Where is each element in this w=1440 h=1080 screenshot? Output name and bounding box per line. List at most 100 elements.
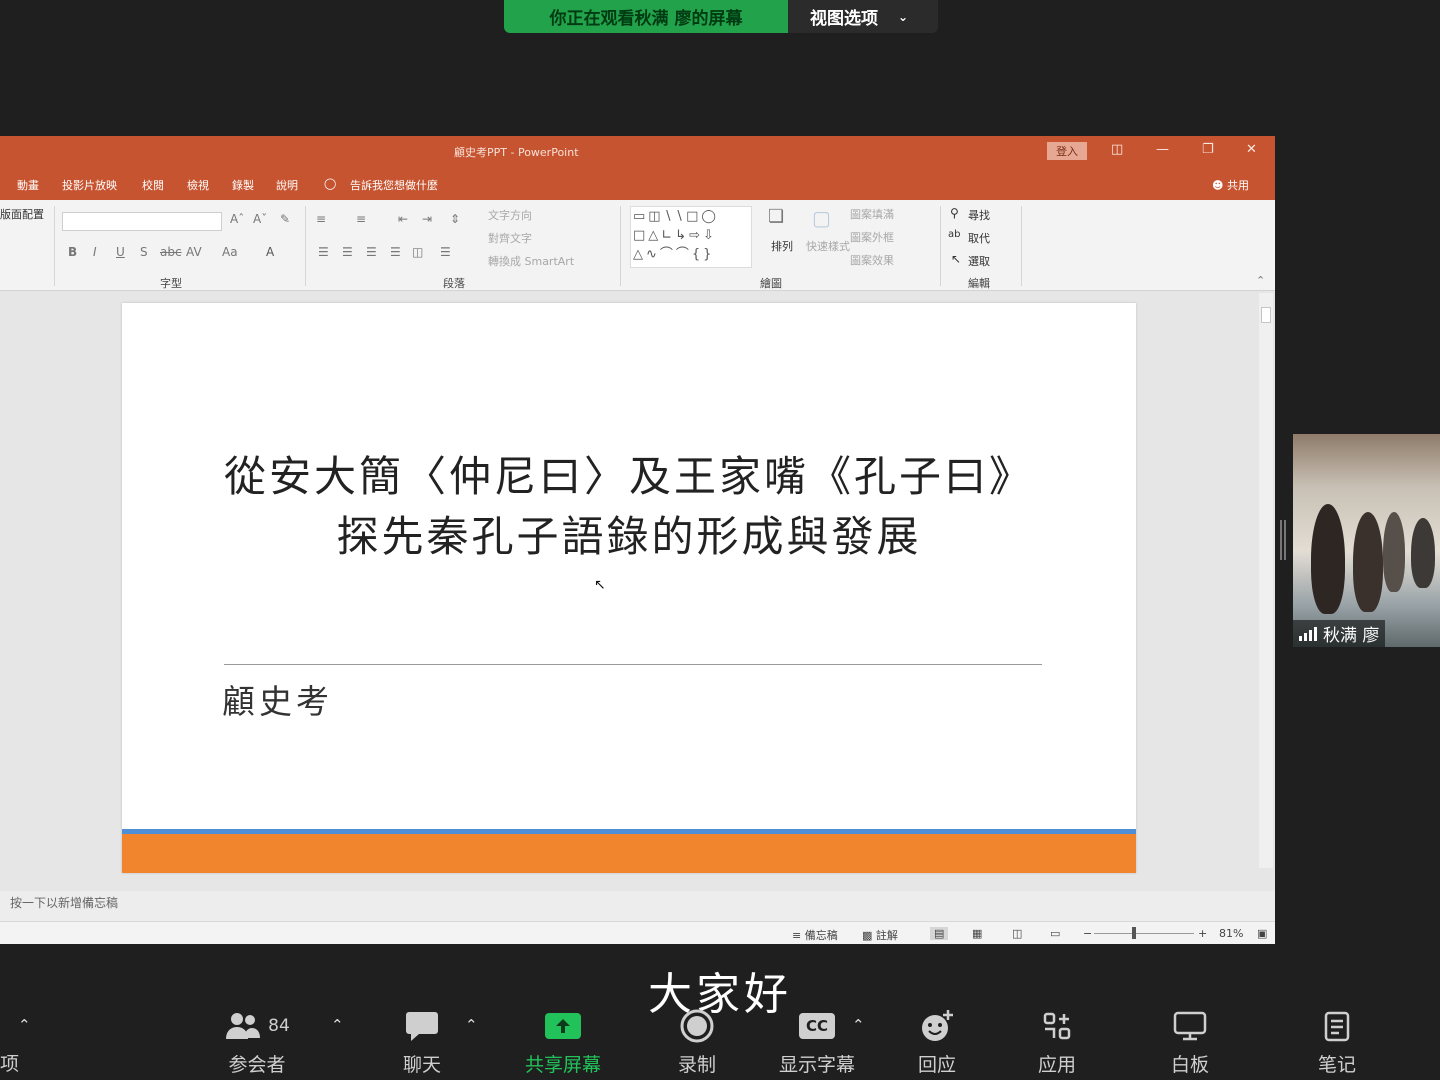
replace-button[interactable]: 取代: [968, 230, 990, 246]
close-icon[interactable]: ✕: [1246, 142, 1257, 157]
zoom-out-icon[interactable]: −: [1083, 927, 1092, 940]
reactions-button[interactable]: 回应: [882, 1008, 992, 1077]
cc-icon-text: CC: [799, 1013, 835, 1039]
clear-formatting-icon[interactable]: ✎: [280, 212, 290, 226]
shadow-icon[interactable]: S: [140, 245, 148, 259]
font-name-field[interactable]: [62, 212, 222, 231]
notes-toggle-button[interactable]: ≡ 備忘稿: [792, 927, 838, 943]
apps-button[interactable]: 应用: [1002, 1008, 1112, 1077]
zoom-level[interactable]: 81%: [1219, 927, 1243, 940]
underline-icon[interactable]: U: [116, 245, 125, 259]
more-options-caret-icon[interactable]: ⌃: [18, 1016, 31, 1034]
participant-video[interactable]: 秋满 廖: [1293, 434, 1440, 647]
tab-help[interactable]: 說明: [276, 177, 298, 193]
tab-recording[interactable]: 錄製: [232, 177, 254, 193]
reading-view-icon[interactable]: ◫: [1012, 927, 1022, 940]
vertical-scrollbar[interactable]: [1259, 293, 1273, 868]
tab-animations[interactable]: 動畫: [17, 177, 39, 193]
share-screen-button[interactable]: 共享屏幕: [508, 1008, 618, 1077]
distribute-icon[interactable]: ☰: [440, 245, 451, 259]
arrange-icon[interactable]: ❏: [768, 206, 784, 227]
chat-button[interactable]: 聊天: [367, 1008, 477, 1077]
captions-caret-icon[interactable]: ⌃: [852, 1016, 865, 1034]
collapse-ribbon-icon[interactable]: ⌃: [1256, 274, 1265, 287]
record-button[interactable]: 录制: [642, 1008, 752, 1077]
slide-editor: 從安大簡〈仲尼曰〉及王家嘴《孔子曰》 探先秦孔子語錄的形成與發展 顧史考 ↖: [0, 291, 1275, 891]
closed-captions-icon: CC: [799, 1008, 835, 1044]
shrink-font-icon[interactable]: Aˇ: [253, 212, 267, 226]
shape-effects-button[interactable]: 圖案效果: [850, 252, 894, 268]
bold-icon[interactable]: B: [68, 245, 77, 259]
comments-button[interactable]: ▩ 註解: [862, 927, 898, 943]
comments-label: 註解: [875, 929, 898, 942]
slide-title-line-1[interactable]: 從安大簡〈仲尼曰〉及王家嘴《孔子曰》: [122, 443, 1136, 504]
ppt-ribbon: 版面配置 Aˆ Aˇ ✎ B I U S abc AV Aa A 字型 ≡ ≡ …: [0, 200, 1275, 291]
view-options-button[interactable]: 视图选项 ⌄: [788, 0, 938, 33]
notes-pane[interactable]: 按一下以新增備忘稿: [0, 891, 1275, 921]
toolbar-partial-label[interactable]: 项: [0, 1049, 19, 1076]
participants-label: 参会者: [228, 1054, 286, 1076]
slide-divider: [224, 664, 1042, 665]
ribbon-display-options-icon[interactable]: ◫: [1111, 142, 1123, 157]
increase-indent-icon[interactable]: ⇥: [422, 212, 432, 226]
zoom-in-icon[interactable]: +: [1198, 927, 1207, 940]
tab-view[interactable]: 檢視: [187, 177, 209, 193]
italic-icon[interactable]: I: [93, 245, 97, 259]
normal-view-icon[interactable]: ▤: [930, 927, 949, 940]
notes-icon: ≡: [792, 929, 805, 942]
shapes-gallery[interactable]: ▭◫∖∖□◯ □△∟↳⇨⇩ △∿⌒⌒{}: [630, 206, 752, 268]
strikethrough-icon[interactable]: abc: [160, 245, 182, 259]
participants-caret-icon[interactable]: ⌃: [331, 1016, 344, 1034]
grow-font-icon[interactable]: Aˆ: [230, 212, 244, 226]
text-direction-button[interactable]: 文字方向: [488, 207, 532, 223]
login-button[interactable]: 登入: [1047, 142, 1087, 160]
notes-button[interactable]: 笔记: [1282, 1008, 1392, 1077]
participants-button[interactable]: 84 参会者: [202, 1008, 312, 1077]
align-left-icon[interactable]: ☰: [318, 245, 329, 259]
select-cursor-icon: ↖: [951, 252, 962, 266]
participant-name-tag: 秋满 廖: [1293, 620, 1386, 647]
tab-slideshow[interactable]: 投影片放映: [62, 177, 117, 193]
convert-smartart-button[interactable]: 轉換成 SmartArt: [488, 253, 574, 269]
numbering-icon[interactable]: ≡: [356, 212, 366, 226]
columns-icon[interactable]: ◫: [412, 245, 423, 259]
align-right-icon[interactable]: ☰: [366, 245, 377, 259]
font-group-label: 字型: [160, 277, 182, 290]
shape-outline-button[interactable]: 圖案外框: [850, 229, 894, 245]
find-button[interactable]: 尋找: [968, 207, 990, 223]
decrease-indent-icon[interactable]: ⇤: [398, 212, 408, 226]
restore-icon[interactable]: ❐: [1202, 142, 1214, 157]
ribbon-separator: [305, 206, 306, 286]
layout-button[interactable]: 版面配置: [0, 206, 44, 222]
align-text-button[interactable]: 對齊文字: [488, 230, 532, 246]
minimize-icon[interactable]: —: [1156, 142, 1169, 157]
slide-canvas[interactable]: 從安大簡〈仲尼曰〉及王家嘴《孔子曰》 探先秦孔子語錄的形成與發展 顧史考 ↖: [122, 303, 1136, 873]
bullets-icon[interactable]: ≡: [316, 212, 326, 226]
character-spacing-icon[interactable]: AV: [186, 245, 202, 259]
justify-icon[interactable]: ☰: [390, 245, 401, 259]
font-color-icon[interactable]: A: [266, 245, 274, 259]
shape-fill-button[interactable]: 圖案填滿: [850, 206, 894, 222]
quick-styles-button[interactable]: 快速樣式: [806, 238, 850, 254]
slide-sorter-icon[interactable]: ▦: [972, 927, 982, 940]
whiteboard-button[interactable]: 白板: [1135, 1008, 1245, 1077]
resize-handle[interactable]: [1280, 520, 1286, 560]
scrollbar-thumb[interactable]: [1261, 307, 1271, 323]
zoom-slider[interactable]: [1094, 933, 1194, 934]
fit-slide-icon[interactable]: ▣: [1257, 927, 1267, 940]
change-case-icon[interactable]: Aa: [222, 245, 238, 259]
tell-me-search[interactable]: 告訴我您想做什麼: [350, 177, 438, 193]
slide-author[interactable]: 顧史考: [222, 675, 333, 723]
arrange-button[interactable]: 排列: [771, 238, 793, 254]
tab-review[interactable]: 校閱: [142, 177, 164, 193]
share-button[interactable]: ☻ 共用: [1212, 177, 1249, 193]
slide-title-line-2[interactable]: 探先秦孔子語錄的形成與發展: [122, 503, 1136, 564]
chat-caret-icon[interactable]: ⌃: [465, 1016, 478, 1034]
line-spacing-icon[interactable]: ⇕: [450, 212, 460, 226]
select-button[interactable]: 選取: [968, 253, 990, 269]
zoom-slider-thumb[interactable]: [1132, 927, 1136, 939]
align-center-icon[interactable]: ☰: [342, 245, 353, 259]
slideshow-view-icon[interactable]: ▭: [1050, 927, 1060, 940]
quick-styles-icon[interactable]: ▢: [812, 206, 831, 230]
lightbulb-icon: ◯: [324, 177, 337, 190]
